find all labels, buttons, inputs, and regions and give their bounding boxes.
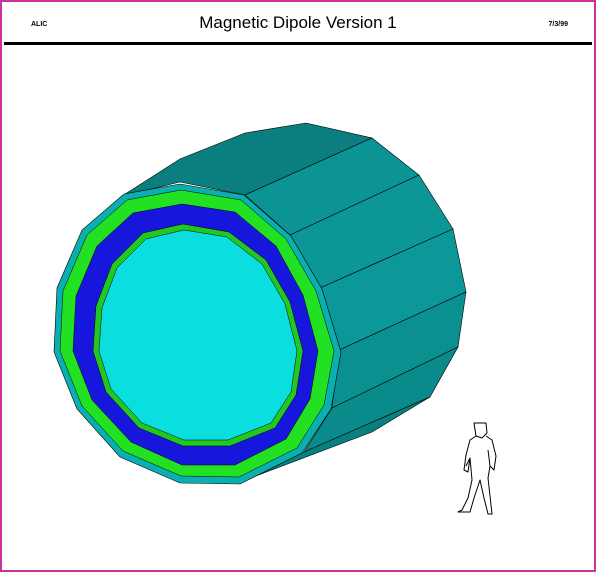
magnet-drawing [53,122,497,515]
figure-body [457,435,497,515]
human-figure [457,422,497,515]
figure-head [473,422,488,439]
